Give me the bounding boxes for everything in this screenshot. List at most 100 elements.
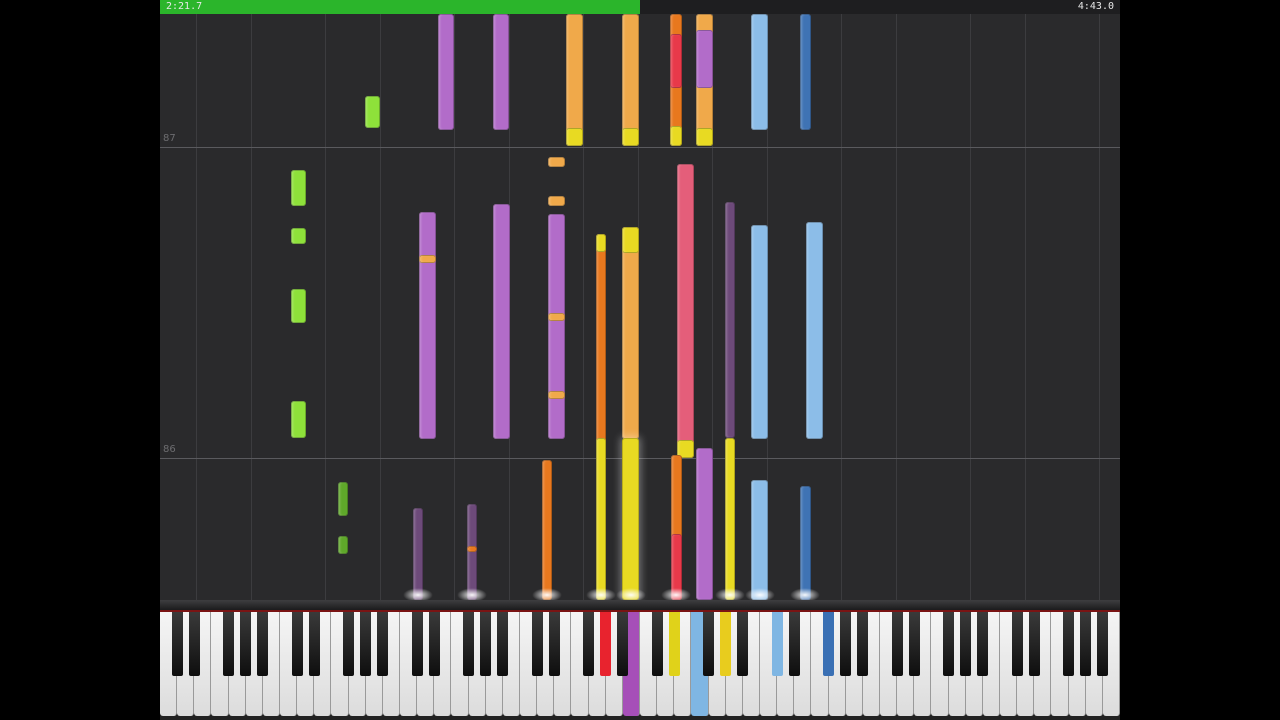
piano-black-key[interactable] bbox=[188, 612, 200, 676]
lane-line bbox=[1099, 14, 1100, 600]
piano-black-key[interactable] bbox=[720, 612, 732, 676]
piano-black-key[interactable] bbox=[823, 612, 835, 676]
piano-black-key[interactable] bbox=[771, 612, 783, 676]
note-bar bbox=[566, 128, 583, 146]
piano-black-key[interactable] bbox=[703, 612, 715, 676]
note-bar bbox=[338, 536, 348, 554]
note-bar bbox=[806, 222, 823, 439]
piano-black-key[interactable] bbox=[617, 612, 629, 676]
note-bar bbox=[751, 480, 768, 600]
note-bar bbox=[622, 438, 639, 600]
lane-line bbox=[970, 14, 971, 600]
piano-black-key[interactable] bbox=[1097, 612, 1109, 676]
note-bar bbox=[725, 202, 735, 438]
note-bar bbox=[338, 482, 348, 516]
piano-black-key[interactable] bbox=[223, 612, 235, 676]
piano-black-key[interactable] bbox=[171, 612, 183, 676]
song-progress-fill bbox=[160, 0, 640, 14]
note-bar bbox=[751, 225, 768, 439]
note-bar bbox=[696, 30, 713, 88]
piano-black-key[interactable] bbox=[857, 612, 869, 676]
note-bar bbox=[493, 14, 509, 130]
note-bar bbox=[696, 128, 713, 146]
note-bar bbox=[725, 438, 735, 600]
note-bar bbox=[677, 164, 694, 458]
note-bar bbox=[622, 14, 639, 146]
synthesia-player: 2:21.7 4:43.0 87 86 bbox=[160, 0, 1120, 720]
piano-black-key[interactable] bbox=[600, 612, 612, 676]
piano-black-key[interactable] bbox=[1011, 612, 1023, 676]
note-bar bbox=[493, 204, 510, 439]
piano-black-key[interactable] bbox=[240, 612, 252, 676]
note-bar bbox=[467, 504, 477, 600]
piano-black-key[interactable] bbox=[360, 612, 372, 676]
note-bar bbox=[438, 14, 454, 130]
piano-black-key[interactable] bbox=[891, 612, 903, 676]
note-bar bbox=[596, 234, 606, 252]
lane-line bbox=[325, 14, 326, 600]
piano-black-key[interactable] bbox=[583, 612, 595, 676]
note-bar bbox=[670, 126, 682, 146]
piano-black-key[interactable] bbox=[377, 612, 389, 676]
note-bar bbox=[596, 438, 606, 600]
piano-black-key[interactable] bbox=[1063, 612, 1075, 676]
note-bar bbox=[566, 14, 583, 146]
note-bar bbox=[467, 546, 477, 552]
note-bar bbox=[365, 96, 380, 128]
note-bar bbox=[622, 227, 639, 439]
note-bar bbox=[291, 170, 306, 206]
note-bar bbox=[800, 14, 811, 130]
note-bar bbox=[622, 227, 639, 253]
piano-black-key[interactable] bbox=[428, 612, 440, 676]
piano-black-key[interactable] bbox=[291, 612, 303, 676]
piano-black-key[interactable] bbox=[343, 612, 355, 676]
elapsed-time: 2:21.7 bbox=[166, 1, 203, 12]
piano-black-key[interactable] bbox=[908, 612, 920, 676]
lane-line bbox=[583, 14, 584, 600]
note-bar bbox=[419, 212, 436, 439]
total-time: 4:43.0 bbox=[1077, 1, 1114, 12]
measure-number: 87 bbox=[163, 133, 176, 144]
piano-black-key[interactable] bbox=[668, 612, 680, 676]
lane-line bbox=[380, 14, 381, 600]
lane-line bbox=[896, 14, 897, 600]
note-bar bbox=[670, 34, 682, 88]
piano-black-key[interactable] bbox=[651, 612, 663, 676]
piano-black-key[interactable] bbox=[943, 612, 955, 676]
note-bar bbox=[548, 196, 565, 206]
piano-black-key[interactable] bbox=[480, 612, 492, 676]
piano-black-key[interactable] bbox=[960, 612, 972, 676]
lane-line bbox=[1025, 14, 1026, 600]
piano-black-key[interactable] bbox=[463, 612, 475, 676]
note-bar bbox=[548, 157, 565, 167]
note-bar bbox=[696, 448, 713, 600]
note-bar bbox=[413, 508, 423, 600]
piano-black-key[interactable] bbox=[548, 612, 560, 676]
note-bar bbox=[291, 228, 306, 244]
lane-line bbox=[251, 14, 252, 600]
piano-black-key[interactable] bbox=[840, 612, 852, 676]
piano-black-key[interactable] bbox=[1080, 612, 1092, 676]
falling-notes-area: 87 86 bbox=[160, 14, 1120, 602]
lane-line bbox=[196, 14, 197, 600]
measure-line bbox=[160, 458, 1120, 459]
measure-number: 86 bbox=[163, 444, 176, 455]
song-progress-bar[interactable]: 2:21.7 4:43.0 bbox=[160, 0, 1120, 15]
lane-line bbox=[841, 14, 842, 600]
piano-black-key[interactable] bbox=[1028, 612, 1040, 676]
note-bar bbox=[542, 460, 552, 600]
note-bar bbox=[548, 214, 565, 439]
piano-black-key[interactable] bbox=[257, 612, 269, 676]
note-bar bbox=[291, 401, 306, 438]
note-bar bbox=[548, 313, 565, 321]
piano-black-key[interactable] bbox=[411, 612, 423, 676]
piano-black-key[interactable] bbox=[788, 612, 800, 676]
lane-line bbox=[454, 14, 455, 600]
piano-black-key[interactable] bbox=[531, 612, 543, 676]
piano-black-key[interactable] bbox=[308, 612, 320, 676]
note-bar bbox=[419, 255, 436, 263]
piano-keyboard[interactable] bbox=[160, 612, 1120, 720]
piano-black-key[interactable] bbox=[497, 612, 509, 676]
piano-black-key[interactable] bbox=[977, 612, 989, 676]
piano-black-key[interactable] bbox=[737, 612, 749, 676]
